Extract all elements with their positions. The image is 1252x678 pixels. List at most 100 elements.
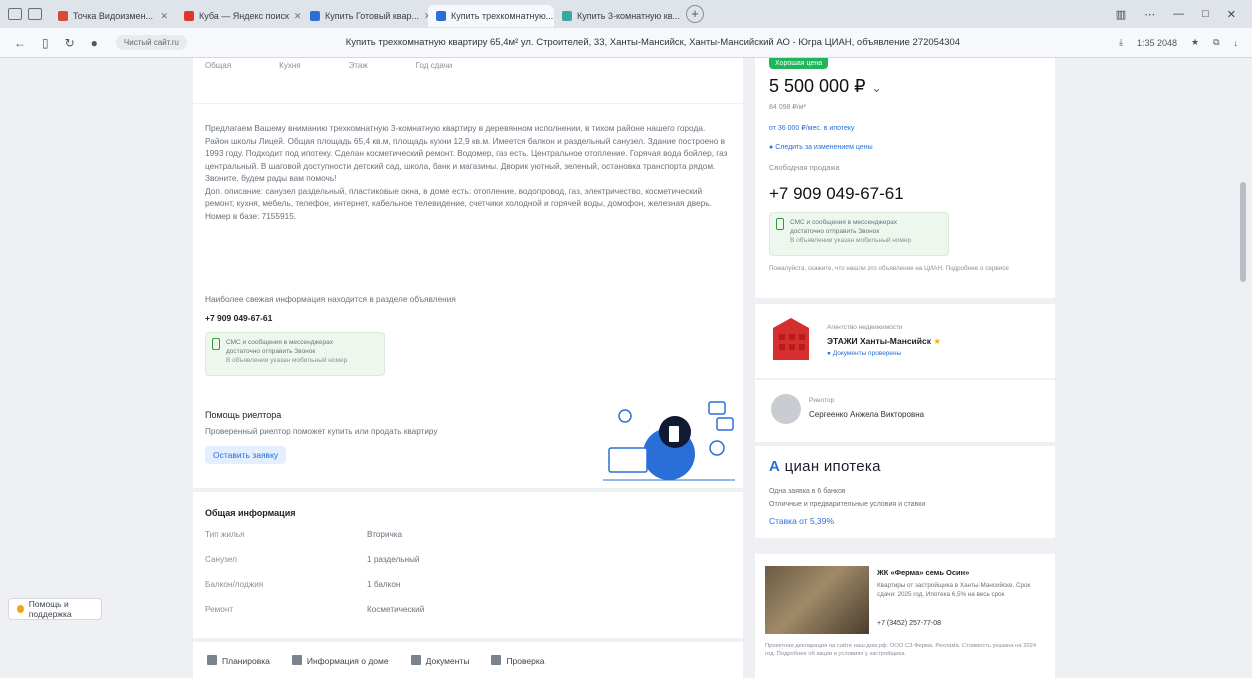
window-menu-icon[interactable] xyxy=(8,8,22,20)
action-label: Документы xyxy=(425,655,470,666)
phone-sms-icon xyxy=(212,338,220,350)
realtor-help-card: Помощь риелтора Проверенный риелтор помо… xyxy=(193,388,743,488)
browser-tab[interactable]: Купить Готовый квар... ✕ xyxy=(302,5,428,27)
realtor-illustration xyxy=(603,401,735,481)
sms-line: достаточно отправить Звонок xyxy=(226,348,316,355)
info-row: Балкон/лоджия 1 балкон xyxy=(205,580,731,605)
action-house-info[interactable]: Информация о доме xyxy=(291,654,389,666)
tab-favicon-icon xyxy=(184,11,194,21)
info-row: Ремонт Косметический xyxy=(205,605,731,630)
page-title: Купить трехкомнатную квартиру 65,4м² ул.… xyxy=(345,37,961,48)
bookmark-icon[interactable]: ▯ xyxy=(42,36,49,50)
minimize-icon[interactable]: — xyxy=(1173,8,1184,21)
check-icon xyxy=(491,654,502,665)
action-label: Проверка xyxy=(506,655,545,666)
price-history-icon[interactable]: ⌄ xyxy=(872,81,882,95)
star-icon[interactable]: ★ xyxy=(1191,37,1199,48)
tab-favicon-icon xyxy=(58,11,68,21)
general-info-title: Общая информация xyxy=(205,508,296,518)
action-check[interactable]: Проверка xyxy=(491,654,545,666)
agent-name: Сергеенко Анжела Викторовна xyxy=(809,410,925,419)
lock-icon: ● xyxy=(90,35,98,50)
sms-line: СМС и сообщения в мессенджерах xyxy=(790,219,897,226)
agent-card[interactable]: Риелтор Сергеенко Анжела Викторовна xyxy=(755,380,1055,442)
attrs-labels: Общая Кухня Этаж Год сдачи xyxy=(193,58,743,73)
info-value: Косметический xyxy=(367,605,425,614)
contact-card: Наиболее свежая информация находится в р… xyxy=(193,280,743,388)
new-tab-button[interactable]: + xyxy=(686,5,704,23)
help-icon xyxy=(17,605,24,613)
agency-logo xyxy=(773,318,809,360)
maximize-icon[interactable]: □ xyxy=(1202,8,1209,21)
tab-actions-icon[interactable] xyxy=(28,8,42,20)
window-controls: ▥ ⋯ — □ ✕ xyxy=(1116,8,1252,21)
tab-label: Купить трехкомнатную... xyxy=(451,11,554,21)
ad-footer: Проектная декларация на сайте наш.дом.рф… xyxy=(765,643,1037,657)
page-scrollbar[interactable] xyxy=(1239,62,1247,674)
action-label: Планировка xyxy=(222,655,270,666)
sms-line: достаточно отправить Звонок xyxy=(790,228,880,235)
info-value: Вторичка xyxy=(367,530,403,539)
price-per-meter: 84 098 ₽/м² xyxy=(769,104,806,111)
scrollbar-thumb[interactable] xyxy=(1240,182,1246,282)
phone-sms-icon xyxy=(776,218,784,230)
ad-text: Квартиры от застройщика в Ханты-Мансийск… xyxy=(877,582,1031,598)
tab-favicon-icon xyxy=(310,11,320,21)
listing-actions-bar: Планировка Информация о доме Документы П… xyxy=(193,642,743,678)
browser-tab[interactable]: Точка Видоизмен... ✕ xyxy=(50,5,176,27)
description-card: Общая Кухня Этаж Год сдачи Предлагаем Ва… xyxy=(193,58,743,308)
check-badge-icon: ● xyxy=(827,350,831,357)
browser-tab[interactable]: Куба — Яндекс поиск ✕ xyxy=(176,5,302,27)
agency-card[interactable]: Агентство недвижимости ЭТАЖИ Ханты-Манси… xyxy=(755,304,1055,378)
floorplan-icon xyxy=(207,654,217,665)
realtor-request-button[interactable]: Оставить заявку xyxy=(205,446,287,464)
attr-label: Этаж xyxy=(348,61,368,70)
contact-phone[interactable]: +7 909 049-67-61 xyxy=(193,304,743,323)
ad-card[interactable]: ЖК «Ферма» семь Осин» Квартиры от застро… xyxy=(755,554,1055,678)
menu-dots-icon[interactable]: ⋯ xyxy=(1144,8,1155,21)
action-floorplan[interactable]: Планировка xyxy=(207,654,270,666)
help-button[interactable]: Помощь и поддержка xyxy=(8,598,102,620)
collections-icon[interactable]: ▥ xyxy=(1116,8,1126,21)
browser-tab[interactable]: Купить 3-комнатную кв...✕ xyxy=(554,5,680,27)
general-info-card: Общая информация Тип жилья Вторичка Сануз… xyxy=(193,492,743,638)
watch-price-label: Следить за изменением цены xyxy=(775,144,873,151)
address-right-tools: ⤓ 1:35 2048 ★ ⧉ ↓ xyxy=(1119,37,1252,48)
ad-phone[interactable]: +7 (3452) 257-77-08 xyxy=(877,620,941,627)
contact-note: Наиболее свежая информация находится в р… xyxy=(205,294,456,304)
attr-label: Общая xyxy=(205,61,232,70)
back-arrow-icon[interactable]: ← xyxy=(14,36,26,50)
mortgage-rate-link[interactable]: Ставка от 5,39% xyxy=(769,516,834,526)
browser-tab-active[interactable]: Купить трехкомнатную...✕ xyxy=(428,5,554,27)
attr-label: Кухня xyxy=(279,61,301,70)
agency-name-text: ЭТАЖИ Ханты-Мансийск xyxy=(827,336,931,346)
nav-buttons: ← ▯ ↻ ● xyxy=(0,36,112,50)
reload-icon[interactable]: ↻ xyxy=(65,36,75,50)
tab-close-icon[interactable]: ✕ xyxy=(294,11,302,22)
tab-close-icon[interactable]: ✕ xyxy=(160,11,168,22)
info-label: Ремонт xyxy=(205,605,234,614)
agent-caption: Риелтор xyxy=(809,397,835,404)
mortgage-payment-link[interactable]: от 36 000 ₽/мес. в ипотеку xyxy=(769,124,855,132)
download-arrow-icon[interactable]: ↓ xyxy=(1234,38,1239,48)
info-value: 1 раздельный xyxy=(367,555,420,564)
general-info-table: Тип жилья Вторичка Санузел 1 раздельный Ба… xyxy=(193,518,743,630)
listing-description: Предлагаем Вашему вниманию трехкомнатную… xyxy=(205,123,728,221)
tab-label: Точка Видоизмен... xyxy=(73,11,154,21)
tab-label: Купить Готовый квар... xyxy=(325,11,419,21)
download-icon[interactable]: ⤓ xyxy=(1119,37,1123,48)
action-documents[interactable]: Документы xyxy=(410,654,470,666)
extensions-icon[interactable]: ⧉ xyxy=(1213,37,1219,48)
sidebar-phone[interactable]: +7 909 049-67-61 xyxy=(769,184,904,204)
close-window-icon[interactable]: ✕ xyxy=(1227,8,1236,21)
browser-tab-bar: Точка Видоизмен... ✕ Куба — Яндекс поиск ✕… xyxy=(0,0,1252,28)
url-pill[interactable]: Чистый сайт.ru xyxy=(115,35,187,50)
bell-icon: ● xyxy=(769,144,774,151)
tab-label: Купить 3-комнатную кв... xyxy=(577,11,680,21)
sms-line: СМС и сообщения в мессенджерах xyxy=(226,339,333,346)
watch-price-link[interactable]: ● Следить за изменением цены xyxy=(769,144,873,151)
info-value: 1 балкон xyxy=(367,580,401,589)
ad-image xyxy=(765,566,869,634)
good-price-badge: Хорошая цена xyxy=(769,58,829,69)
info-label: Санузел xyxy=(205,555,237,564)
